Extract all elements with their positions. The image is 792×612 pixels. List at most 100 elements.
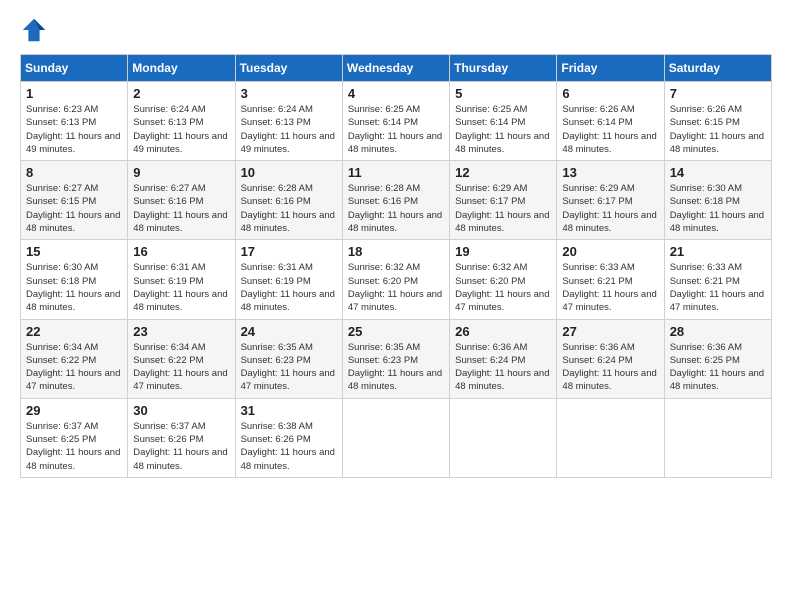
- sunrise-label: Sunrise: 6:33 AM: [562, 262, 634, 273]
- day-number: 15: [26, 244, 122, 259]
- daylight-label: Daylight: 11 hours and 48 minutes.: [348, 210, 442, 234]
- daylight-label: Daylight: 11 hours and 48 minutes.: [562, 131, 656, 155]
- sunrise-label: Sunrise: 6:36 AM: [670, 342, 742, 353]
- sunrise-label: Sunrise: 6:36 AM: [562, 342, 634, 353]
- sunrise-label: Sunrise: 6:26 AM: [670, 104, 742, 115]
- sunset-label: Sunset: 6:16 PM: [133, 196, 203, 207]
- day-number: 12: [455, 165, 551, 180]
- day-info: Sunrise: 6:25 AM Sunset: 6:14 PM Dayligh…: [348, 103, 444, 156]
- day-info: Sunrise: 6:33 AM Sunset: 6:21 PM Dayligh…: [562, 261, 658, 314]
- sunrise-label: Sunrise: 6:34 AM: [133, 342, 205, 353]
- day-info: Sunrise: 6:30 AM Sunset: 6:18 PM Dayligh…: [26, 261, 122, 314]
- sunrise-label: Sunrise: 6:25 AM: [455, 104, 527, 115]
- calendar-week-row: 29 Sunrise: 6:37 AM Sunset: 6:25 PM Dayl…: [21, 398, 772, 477]
- calendar-cell: 17 Sunrise: 6:31 AM Sunset: 6:19 PM Dayl…: [235, 240, 342, 319]
- calendar-cell: 14 Sunrise: 6:30 AM Sunset: 6:18 PM Dayl…: [664, 161, 771, 240]
- sunset-label: Sunset: 6:20 PM: [348, 276, 418, 287]
- calendar-cell: 10 Sunrise: 6:28 AM Sunset: 6:16 PM Dayl…: [235, 161, 342, 240]
- calendar-cell: 20 Sunrise: 6:33 AM Sunset: 6:21 PM Dayl…: [557, 240, 664, 319]
- day-number: 28: [670, 324, 766, 339]
- sunset-label: Sunset: 6:13 PM: [133, 117, 203, 128]
- daylight-label: Daylight: 11 hours and 48 minutes.: [348, 368, 442, 392]
- sunrise-label: Sunrise: 6:30 AM: [26, 262, 98, 273]
- sunrise-label: Sunrise: 6:35 AM: [241, 342, 313, 353]
- daylight-label: Daylight: 11 hours and 48 minutes.: [670, 368, 764, 392]
- calendar-cell: [557, 398, 664, 477]
- sunset-label: Sunset: 6:19 PM: [241, 276, 311, 287]
- day-info: Sunrise: 6:32 AM Sunset: 6:20 PM Dayligh…: [455, 261, 551, 314]
- sunset-label: Sunset: 6:23 PM: [241, 355, 311, 366]
- day-info: Sunrise: 6:31 AM Sunset: 6:19 PM Dayligh…: [133, 261, 229, 314]
- day-info: Sunrise: 6:27 AM Sunset: 6:16 PM Dayligh…: [133, 182, 229, 235]
- daylight-label: Daylight: 11 hours and 48 minutes.: [455, 368, 549, 392]
- day-number: 26: [455, 324, 551, 339]
- day-number: 1: [26, 86, 122, 101]
- daylight-label: Daylight: 11 hours and 48 minutes.: [562, 368, 656, 392]
- calendar-cell: 18 Sunrise: 6:32 AM Sunset: 6:20 PM Dayl…: [342, 240, 449, 319]
- daylight-label: Daylight: 11 hours and 47 minutes.: [670, 289, 764, 313]
- calendar-cell: 13 Sunrise: 6:29 AM Sunset: 6:17 PM Dayl…: [557, 161, 664, 240]
- daylight-label: Daylight: 11 hours and 47 minutes.: [133, 368, 227, 392]
- sunset-label: Sunset: 6:21 PM: [562, 276, 632, 287]
- sunrise-label: Sunrise: 6:34 AM: [26, 342, 98, 353]
- calendar-page: SundayMondayTuesdayWednesdayThursdayFrid…: [0, 0, 792, 612]
- sunset-label: Sunset: 6:16 PM: [348, 196, 418, 207]
- sunrise-label: Sunrise: 6:31 AM: [241, 262, 313, 273]
- daylight-label: Daylight: 11 hours and 47 minutes.: [562, 289, 656, 313]
- day-info: Sunrise: 6:33 AM Sunset: 6:21 PM Dayligh…: [670, 261, 766, 314]
- day-info: Sunrise: 6:36 AM Sunset: 6:24 PM Dayligh…: [562, 341, 658, 394]
- page-header: [20, 16, 772, 44]
- day-info: Sunrise: 6:37 AM Sunset: 6:25 PM Dayligh…: [26, 420, 122, 473]
- calendar-cell: 5 Sunrise: 6:25 AM Sunset: 6:14 PM Dayli…: [450, 82, 557, 161]
- calendar-cell: 2 Sunrise: 6:24 AM Sunset: 6:13 PM Dayli…: [128, 82, 235, 161]
- sunset-label: Sunset: 6:25 PM: [26, 434, 96, 445]
- sunset-label: Sunset: 6:26 PM: [133, 434, 203, 445]
- day-info: Sunrise: 6:32 AM Sunset: 6:20 PM Dayligh…: [348, 261, 444, 314]
- day-number: 4: [348, 86, 444, 101]
- calendar-cell: 21 Sunrise: 6:33 AM Sunset: 6:21 PM Dayl…: [664, 240, 771, 319]
- sunrise-label: Sunrise: 6:30 AM: [670, 183, 742, 194]
- sunset-label: Sunset: 6:24 PM: [562, 355, 632, 366]
- sunrise-label: Sunrise: 6:33 AM: [670, 262, 742, 273]
- sunset-label: Sunset: 6:20 PM: [455, 276, 525, 287]
- day-info: Sunrise: 6:28 AM Sunset: 6:16 PM Dayligh…: [348, 182, 444, 235]
- sunrise-label: Sunrise: 6:28 AM: [348, 183, 420, 194]
- sunrise-label: Sunrise: 6:28 AM: [241, 183, 313, 194]
- day-info: Sunrise: 6:24 AM Sunset: 6:13 PM Dayligh…: [133, 103, 229, 156]
- sunrise-label: Sunrise: 6:37 AM: [133, 421, 205, 432]
- daylight-label: Daylight: 11 hours and 48 minutes.: [348, 131, 442, 155]
- day-number: 14: [670, 165, 766, 180]
- day-number: 8: [26, 165, 122, 180]
- day-info: Sunrise: 6:27 AM Sunset: 6:15 PM Dayligh…: [26, 182, 122, 235]
- day-number: 2: [133, 86, 229, 101]
- day-number: 27: [562, 324, 658, 339]
- day-info: Sunrise: 6:31 AM Sunset: 6:19 PM Dayligh…: [241, 261, 337, 314]
- sunset-label: Sunset: 6:14 PM: [562, 117, 632, 128]
- sunrise-label: Sunrise: 6:32 AM: [455, 262, 527, 273]
- day-info: Sunrise: 6:24 AM Sunset: 6:13 PM Dayligh…: [241, 103, 337, 156]
- calendar-cell: 28 Sunrise: 6:36 AM Sunset: 6:25 PM Dayl…: [664, 319, 771, 398]
- day-info: Sunrise: 6:26 AM Sunset: 6:15 PM Dayligh…: [670, 103, 766, 156]
- calendar-week-row: 15 Sunrise: 6:30 AM Sunset: 6:18 PM Dayl…: [21, 240, 772, 319]
- sunset-label: Sunset: 6:23 PM: [348, 355, 418, 366]
- sunset-label: Sunset: 6:15 PM: [670, 117, 740, 128]
- day-number: 18: [348, 244, 444, 259]
- sunset-label: Sunset: 6:14 PM: [455, 117, 525, 128]
- day-info: Sunrise: 6:29 AM Sunset: 6:17 PM Dayligh…: [562, 182, 658, 235]
- day-number: 5: [455, 86, 551, 101]
- day-info: Sunrise: 6:35 AM Sunset: 6:23 PM Dayligh…: [241, 341, 337, 394]
- day-info: Sunrise: 6:26 AM Sunset: 6:14 PM Dayligh…: [562, 103, 658, 156]
- sunrise-label: Sunrise: 6:25 AM: [348, 104, 420, 115]
- calendar-cell: 27 Sunrise: 6:36 AM Sunset: 6:24 PM Dayl…: [557, 319, 664, 398]
- sunrise-label: Sunrise: 6:35 AM: [348, 342, 420, 353]
- calendar-cell: 11 Sunrise: 6:28 AM Sunset: 6:16 PM Dayl…: [342, 161, 449, 240]
- day-number: 21: [670, 244, 766, 259]
- day-info: Sunrise: 6:29 AM Sunset: 6:17 PM Dayligh…: [455, 182, 551, 235]
- calendar-cell: 12 Sunrise: 6:29 AM Sunset: 6:17 PM Dayl…: [450, 161, 557, 240]
- day-number: 29: [26, 403, 122, 418]
- day-number: 31: [241, 403, 337, 418]
- day-number: 16: [133, 244, 229, 259]
- calendar-cell: 4 Sunrise: 6:25 AM Sunset: 6:14 PM Dayli…: [342, 82, 449, 161]
- day-number: 25: [348, 324, 444, 339]
- calendar-cell: [450, 398, 557, 477]
